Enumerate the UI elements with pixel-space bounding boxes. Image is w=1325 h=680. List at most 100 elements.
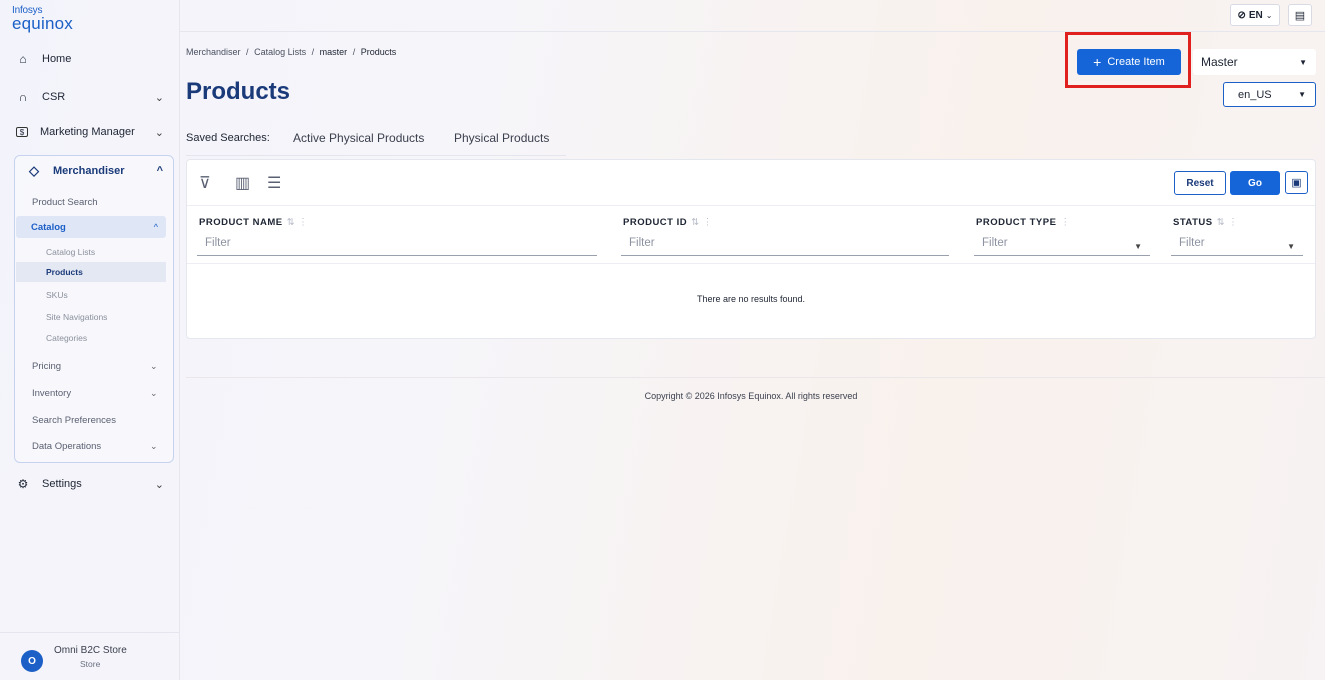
- breadcrumb-merchandiser[interactable]: Merchandiser: [186, 47, 241, 57]
- sidebar-item-label: Settings: [42, 478, 82, 490]
- breadcrumb-master[interactable]: master: [320, 47, 348, 57]
- sidebar-item-product-search[interactable]: Product Search: [32, 197, 97, 208]
- catalog-select-value: Master: [1201, 55, 1238, 69]
- tag-icon: ◇: [29, 163, 39, 178]
- breadcrumb-separator: /: [311, 47, 315, 57]
- sidebar-item-csr[interactable]: ∩ CSR ⌄: [16, 85, 172, 109]
- column-header-product-type[interactable]: PRODUCT TYPE ⋮: [976, 217, 1070, 228]
- globe-icon: ⊘: [1237, 9, 1246, 21]
- chevron-down-icon: ⌄: [150, 361, 158, 371]
- sidebar-item-label: Home: [42, 53, 72, 65]
- column-menu-icon[interactable]: ⋮: [1060, 217, 1070, 228]
- saved-searches-label: Saved Searches:: [186, 132, 270, 144]
- logo-line2: equinox: [12, 14, 73, 33]
- user-role: Store: [80, 659, 101, 669]
- column-header-product-name[interactable]: PRODUCT NAME ⇅ ⋮: [199, 217, 308, 228]
- sort-icon[interactable]: ⇅ ⋮: [691, 217, 713, 228]
- reset-button[interactable]: Reset: [1174, 171, 1226, 195]
- breadcrumb: Merchandiser / Catalog Lists / master / …: [186, 47, 396, 57]
- chevron-down-icon: ⌄: [150, 441, 158, 451]
- product-name-filter-input[interactable]: Filter: [197, 234, 597, 256]
- sidebar-item-site-navigations[interactable]: Site Navigations: [46, 312, 107, 322]
- headset-icon: ∩: [18, 90, 28, 104]
- sidebar-item-categories[interactable]: Categories: [46, 333, 87, 343]
- chevron-down-icon: ⌄: [154, 91, 164, 104]
- sidebar-item-label: CSR: [42, 91, 66, 103]
- copyright-text: Copyright © 2026 Infosys Equinox. All ri…: [644, 391, 858, 401]
- saved-search-active-physical-products[interactable]: Active Physical Products: [293, 131, 424, 145]
- go-button[interactable]: Go: [1230, 171, 1280, 195]
- breadcrumb-products: Products: [360, 47, 397, 57]
- breadcrumb-separator: /: [352, 47, 356, 57]
- chevron-up-icon: ^: [156, 165, 163, 177]
- column-header-label: STATUS: [1173, 217, 1213, 228]
- user-profile[interactable]: O Omni B2C Store Store: [0, 632, 180, 680]
- sidebar-item-inventory[interactable]: Inventory: [32, 388, 71, 399]
- language-selector[interactable]: ⊘ EN ⌄: [1230, 4, 1280, 26]
- catalog-select[interactable]: Master ▼: [1193, 49, 1316, 75]
- sidebar-item-label: Catalog: [31, 222, 66, 233]
- sidebar-item-search-preferences[interactable]: Search Preferences: [32, 415, 116, 426]
- empty-message: There are no results found.: [696, 294, 806, 304]
- store-switch-button[interactable]: ▤: [1288, 4, 1312, 26]
- divider: [186, 377, 1325, 378]
- store-name: Omni B2C Store: [54, 645, 127, 656]
- menu-icon[interactable]: ☰: [267, 173, 281, 193]
- sidebar-item-home[interactable]: ⌂ Home: [16, 47, 172, 71]
- page-title: Products: [186, 78, 291, 105]
- sidebar-item-merchandiser[interactable]: ◇ Merchandiser ^: [15, 156, 173, 186]
- sidebar-item-label: Marketing Manager: [40, 126, 135, 138]
- chevron-down-icon: ⌄: [150, 388, 158, 398]
- divider: [187, 263, 1315, 264]
- status-filter-select[interactable]: Filter ▼: [1171, 234, 1303, 256]
- sidebar-item-catalog-lists[interactable]: Catalog Lists: [46, 247, 95, 257]
- sidebar-item-data-operations[interactable]: Data Operations: [32, 441, 101, 452]
- saved-search-physical-products[interactable]: Physical Products: [454, 131, 549, 145]
- breadcrumb-catalog-lists[interactable]: Catalog Lists: [254, 47, 306, 57]
- caret-down-icon: ▼: [1287, 242, 1295, 251]
- chevron-down-icon: ⌄: [1265, 10, 1273, 20]
- sidebar-item-settings[interactable]: ⚙ Settings ⌄: [16, 472, 172, 496]
- column-header-product-id[interactable]: PRODUCT ID ⇅ ⋮: [623, 217, 713, 228]
- column-header-label: PRODUCT TYPE: [976, 217, 1057, 228]
- locale-select[interactable]: en_US ▼: [1223, 82, 1316, 107]
- sidebar-item-marketing-manager[interactable]: $ Marketing Manager ⌄: [16, 120, 172, 144]
- home-icon: ⌂: [19, 52, 27, 66]
- chevron-up-icon: ^: [153, 222, 158, 232]
- caret-down-icon: ▼: [1134, 242, 1142, 251]
- clear-filter-icon[interactable]: ⊽: [199, 173, 211, 193]
- sort-icon[interactable]: ⇅ ⋮: [1217, 217, 1239, 228]
- divider: [187, 205, 1315, 206]
- columns-icon[interactable]: ▥: [235, 173, 250, 193]
- save-icon[interactable]: ▣: [1285, 171, 1308, 194]
- plus-icon: +: [1093, 54, 1102, 70]
- create-item-label: Create Item: [1107, 56, 1165, 68]
- sidebar-item-skus[interactable]: SKUs: [46, 290, 68, 300]
- product-id-filter-input[interactable]: Filter: [621, 234, 949, 256]
- caret-down-icon: ▼: [1298, 90, 1306, 99]
- product-type-filter-select[interactable]: Filter ▼: [974, 234, 1150, 256]
- language-label: EN: [1248, 9, 1263, 21]
- divider: [186, 155, 566, 156]
- sidebar-item-label: Merchandiser: [53, 165, 125, 177]
- caret-down-icon: ▼: [1299, 57, 1307, 67]
- sidebar-item-catalog[interactable]: Catalog ^: [16, 216, 166, 238]
- infosys-equinox-logo[interactable]: Infosys equinox: [12, 6, 102, 34]
- sort-icon[interactable]: ⇅ ⋮: [287, 217, 309, 228]
- breadcrumb-separator: /: [246, 47, 249, 57]
- sidebar-item-products[interactable]: Products: [16, 262, 166, 282]
- sidebar: Infosys equinox ⌂ Home ∩ CSR ⌄ $ Marketi…: [0, 0, 180, 680]
- locale-select-value: en_US: [1238, 88, 1272, 101]
- chevron-down-icon: ⌄: [154, 478, 164, 491]
- sidebar-item-label: Products: [46, 267, 83, 277]
- sidebar-item-pricing[interactable]: Pricing: [32, 361, 61, 372]
- column-header-status[interactable]: STATUS ⇅ ⋮: [1173, 217, 1238, 228]
- products-table-card: ⊽ ▥ ☰ Reset Go ▣ PRODUCT NAME ⇅ ⋮ PRODUCT…: [186, 159, 1316, 339]
- gear-icon: ⚙: [17, 477, 29, 491]
- dollar-box-icon: $: [16, 127, 28, 137]
- filter-placeholder: Filter: [982, 237, 1008, 249]
- chevron-down-icon: ⌄: [154, 126, 164, 139]
- column-header-label: PRODUCT ID: [623, 217, 688, 228]
- create-item-button[interactable]: + Create Item: [1077, 49, 1181, 75]
- column-header-label: PRODUCT NAME: [199, 217, 283, 228]
